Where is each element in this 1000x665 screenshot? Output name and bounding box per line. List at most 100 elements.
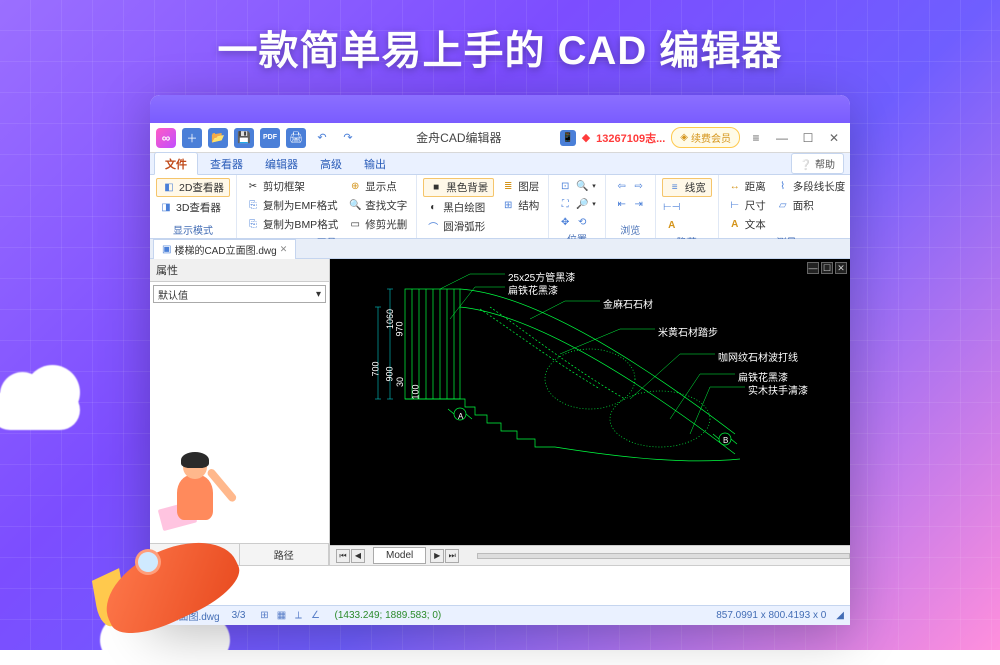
- black-bg-button[interactable]: ■黑色背景: [423, 178, 494, 197]
- lineweight-button[interactable]: ≡线宽: [662, 178, 712, 197]
- viewer-3d-button[interactable]: ◨3D查看器: [156, 199, 230, 216]
- hero-title: 一款简单易上手的 CAD 编辑器: [0, 18, 1000, 76]
- rocket-illustration: [80, 440, 280, 640]
- status-corner-icon: ◢: [836, 610, 844, 621]
- copy-icon: ⎘: [246, 218, 260, 232]
- dim-toggle-button[interactable]: ⊢⊣: [662, 199, 712, 215]
- layer-icon: ≣: [501, 180, 515, 194]
- zoom-icon: ⊡: [558, 179, 572, 193]
- save-icon[interactable]: 💾: [234, 128, 254, 148]
- status-coords: (1433.249; 1889.583; 0): [334, 610, 441, 621]
- drawing-canvas[interactable]: — ☐ ✕: [330, 259, 850, 545]
- pdf-icon[interactable]: PDF: [260, 128, 280, 148]
- ribbon-tab-file[interactable]: 文件: [154, 152, 198, 175]
- trim-button[interactable]: ▭修剪光删: [345, 216, 410, 233]
- status-dims: 857.0991 x 800.4193 x 0: [716, 610, 826, 621]
- nav-button-2[interactable]: ⇤⇥: [612, 196, 649, 212]
- text-a-icon: A: [665, 218, 679, 232]
- structure-button[interactable]: ⊞结构: [498, 197, 542, 214]
- arc-icon: ⌒: [426, 220, 440, 234]
- text-icon: A: [728, 218, 742, 232]
- next-page-icon[interactable]: ▶: [430, 549, 444, 563]
- close-button[interactable]: ✕: [824, 131, 844, 145]
- settings-icon[interactable]: ≡: [746, 131, 766, 145]
- model-scrollbar[interactable]: [477, 553, 850, 559]
- bg-icon: ■: [429, 181, 443, 195]
- viewer-2d-button[interactable]: ◧2D查看器: [156, 178, 230, 197]
- open-icon[interactable]: 📂: [208, 128, 228, 148]
- zoom-out-icon: 🔎: [575, 197, 589, 211]
- panel-title: 属性: [150, 259, 329, 282]
- chevron-down-icon: ▾: [592, 200, 596, 208]
- find-text-button[interactable]: 🔍查找文字: [345, 197, 410, 214]
- cube-2d-icon: ◧: [162, 181, 176, 195]
- copy-icon: ⎘: [246, 199, 260, 213]
- polar-icon[interactable]: ∠: [308, 609, 322, 623]
- phone-number: 13267109志...: [596, 130, 665, 146]
- smooth-arc-button[interactable]: ⌒圆滑弧形: [423, 218, 494, 235]
- area-button[interactable]: ▱面积: [773, 197, 849, 214]
- ribbon: ◧2D查看器 ◨3D查看器 显示模式 ✂剪切框架 ⎘复制为EMF格式 ⎘复制为B…: [150, 175, 850, 239]
- size-icon: ⊢: [728, 199, 742, 213]
- ortho-icon[interactable]: ⟂: [291, 609, 305, 623]
- maximize-button[interactable]: ☐: [798, 131, 818, 145]
- dwg-icon: ▣: [162, 244, 171, 255]
- nav-button-1[interactable]: ⇦⇨: [612, 178, 649, 194]
- zoom-in-icon: 🔍: [575, 179, 589, 193]
- clip-frame-button[interactable]: ✂剪切框架: [243, 178, 341, 195]
- polyline-icon: ⌇: [776, 180, 790, 194]
- scissors-icon: ✂: [246, 180, 260, 194]
- redo-icon[interactable]: ↷: [338, 128, 358, 148]
- pos-2-button[interactable]: ⛶🔎▾: [555, 196, 599, 212]
- bw-draw-button[interactable]: ◐黑白绘图: [423, 199, 494, 216]
- copy-bmp-button[interactable]: ⎘复制为BMP格式: [243, 216, 341, 233]
- pos-1-button[interactable]: ⊡🔍▾: [555, 178, 599, 194]
- ribbon-tab-advanced[interactable]: 高级: [310, 153, 352, 174]
- help-button[interactable]: ❔ 帮助: [791, 153, 844, 174]
- document-tabs: ▣ 楼梯的CAD立面图.dwg ✕: [150, 239, 850, 259]
- area-icon: ▱: [776, 199, 790, 213]
- trim-icon: ▭: [348, 218, 362, 232]
- last-icon: ⇥: [632, 197, 646, 211]
- minimize-button[interactable]: —: [772, 131, 792, 145]
- lineweight-icon: ≡: [668, 181, 682, 195]
- model-nav: ⏮ ◀: [336, 549, 365, 563]
- bw-icon: ◐: [426, 201, 440, 215]
- ribbon-tab-viewer[interactable]: 查看器: [200, 153, 253, 174]
- show-point-button[interactable]: ⊕显示点: [345, 178, 410, 195]
- distance-icon: ↔: [728, 180, 742, 194]
- window-chrome: [150, 95, 850, 123]
- polyline-length-button[interactable]: ⌇多段线长度: [773, 178, 849, 195]
- prev-page-icon[interactable]: ◀: [351, 549, 365, 563]
- help-icon: ❔: [800, 160, 812, 171]
- app-title: 金舟CAD编辑器: [364, 129, 554, 146]
- chevron-down-icon: ▾: [316, 289, 321, 300]
- property-select[interactable]: 默认值 ▾: [153, 285, 326, 303]
- app-logo-icon: [156, 128, 176, 148]
- distance-button[interactable]: ↔距离: [725, 178, 769, 195]
- fit-icon: ⛶: [558, 197, 572, 211]
- model-tab[interactable]: Model: [373, 547, 426, 564]
- undo-icon[interactable]: ↶: [312, 128, 332, 148]
- text-toggle-button[interactable]: A: [662, 217, 712, 233]
- close-tab-icon[interactable]: ✕: [280, 244, 288, 255]
- layer-button[interactable]: ≣图层: [498, 178, 542, 195]
- new-icon[interactable]: ＋: [182, 128, 202, 148]
- pan-icon: ✥: [558, 215, 572, 229]
- pos-3-button[interactable]: ✥⟲: [555, 214, 599, 230]
- model-tabs: ⏮ ◀ Model ▶ ⏭: [330, 545, 850, 565]
- text-measure-button[interactable]: A文本: [725, 216, 769, 233]
- ribbon-tab-output[interactable]: 输出: [354, 153, 396, 174]
- document-tab[interactable]: ▣ 楼梯的CAD立面图.dwg ✕: [153, 239, 296, 259]
- ribbon-tab-editor[interactable]: 编辑器: [255, 153, 308, 174]
- group-display-mode: 显示模式: [156, 221, 230, 237]
- first-page-icon[interactable]: ⏮: [336, 549, 350, 563]
- print-icon[interactable]: 🖨: [286, 128, 306, 148]
- diamond-icon: ◈: [680, 132, 688, 143]
- phone-icon: 📱: [560, 130, 576, 146]
- vip-button[interactable]: ◈ 续费会员: [671, 127, 740, 148]
- size-button[interactable]: ⊢尺寸: [725, 197, 769, 214]
- copy-emf-button[interactable]: ⎘复制为EMF格式: [243, 197, 341, 214]
- last-page-icon[interactable]: ⏭: [445, 549, 459, 563]
- ruler-icon: ⊢⊣: [665, 200, 679, 214]
